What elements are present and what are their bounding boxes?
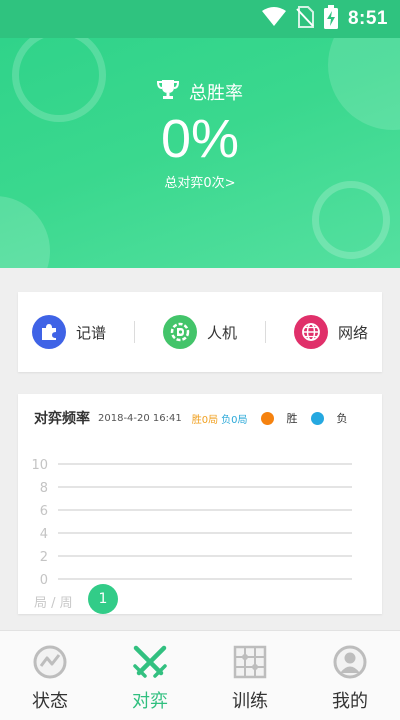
mode-ai-button[interactable]: 人机 <box>162 315 237 349</box>
status-bar: 8:51 <box>0 0 400 38</box>
nav-status-label: 状态 <box>32 691 68 712</box>
divider <box>264 321 266 343</box>
week-badge[interactable]: 1 <box>88 584 118 614</box>
winrate-value: 0% <box>160 109 240 169</box>
nav-play[interactable]: 对弈 <box>100 631 200 720</box>
nav-profile-label: 我的 <box>332 691 368 712</box>
total-games-link[interactable]: 总对弈0次> <box>0 172 400 191</box>
mode-network-label: 网络 <box>337 323 368 342</box>
nav-play-label: 对弈 <box>132 691 168 712</box>
bottom-navigation: 状态 对弈 训练 我的 <box>0 630 400 720</box>
frequency-card: 0 2 4 6 8 10 对弈频率 2018-4-20 16:41 胜0局 负0局 胜 负… <box>18 394 382 614</box>
status-icon <box>31 643 69 681</box>
winrate-label: 总胜率 <box>189 82 243 104</box>
nav-training[interactable]: 训练 <box>200 631 300 720</box>
trophy-icon <box>156 78 180 105</box>
winrate-title: 总胜率 <box>0 78 400 105</box>
legend-loss-dot <box>310 411 324 425</box>
nav-profile[interactable]: 我的 <box>300 631 400 720</box>
nav-status[interactable]: 状态 <box>0 631 100 720</box>
y-tick-label: 8 <box>40 481 48 496</box>
loss-count: 负0局 <box>221 414 248 426</box>
frequency-date: 2018-4-20 16:41 <box>98 412 182 424</box>
mode-ai-label: 人机 <box>206 323 237 342</box>
user-avatar-icon <box>331 643 369 681</box>
nav-training-label: 训练 <box>232 691 268 712</box>
y-tick-label: 4 <box>40 527 48 542</box>
frequency-header: 对弈频率 2018-4-20 16:41 胜0局 负0局 胜 负 <box>34 408 372 428</box>
y-tick-label: 10 <box>31 458 48 473</box>
x-axis-label: 局 / 周 <box>34 596 73 611</box>
decor-circle <box>312 181 390 259</box>
y-tick-label: 0 <box>40 573 48 588</box>
board-grid-icon <box>231 643 269 681</box>
divider <box>133 321 135 343</box>
legend-win-dot <box>260 411 274 425</box>
robot-icon <box>162 315 197 349</box>
mode-record-label: 记谱 <box>75 323 106 342</box>
globe-icon <box>293 315 328 349</box>
legend-win-label: 胜 <box>286 412 298 425</box>
mode-record-button[interactable]: 记谱 <box>31 315 106 349</box>
crossed-swords-icon <box>131 643 169 681</box>
winrate-header: 总胜率 0% 总对弈0次> <box>0 38 400 268</box>
clock: 8:51 <box>347 8 388 29</box>
battery-charging-icon <box>323 5 338 33</box>
no-sim-icon <box>296 6 314 32</box>
y-tick-label: 6 <box>40 504 48 519</box>
mode-selector-card: 记谱 人机 网络 <box>18 292 382 372</box>
win-count: 胜0局 <box>191 414 219 426</box>
frequency-title: 对弈频率 <box>34 411 90 427</box>
legend-loss-label: 负 <box>336 412 348 425</box>
mode-network-button[interactable]: 网络 <box>293 315 368 349</box>
decor-circle <box>0 196 50 268</box>
puzzle-icon <box>31 315 66 349</box>
wifi-icon <box>261 7 286 31</box>
y-tick-label: 2 <box>40 550 48 565</box>
